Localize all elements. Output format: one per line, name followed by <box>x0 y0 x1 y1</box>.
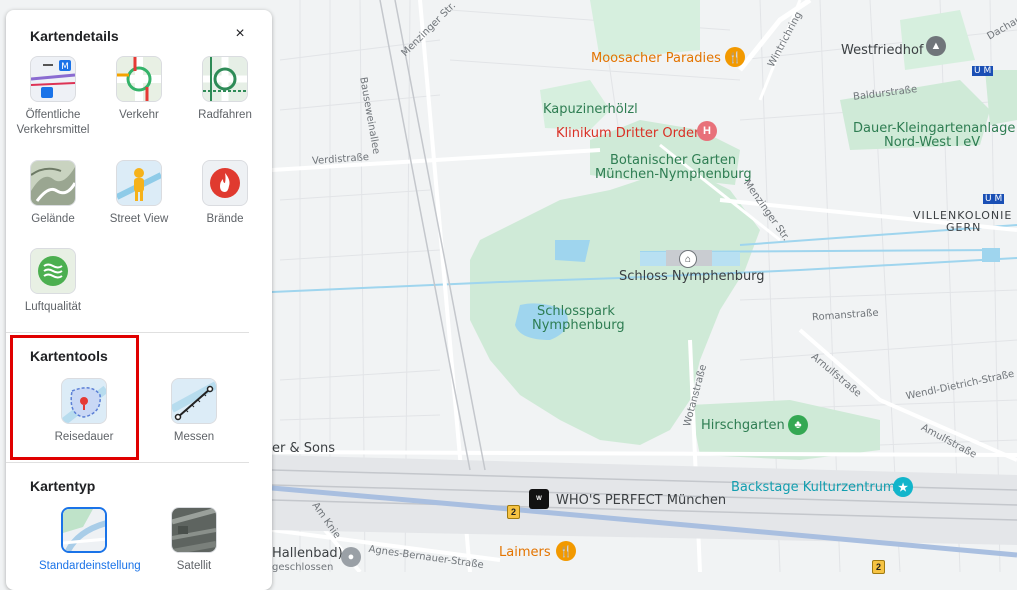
hospital-icon[interactable]: H <box>697 121 717 141</box>
tile-label: Radfahren <box>198 109 252 121</box>
place-moosacher[interactable]: Moosacher Paradies <box>591 51 721 67</box>
place-backstage[interactable]: Backstage Kulturzentrum <box>731 480 896 496</box>
place-dauer-2[interactable]: Nord-West I eV <box>884 135 980 151</box>
place-schlosspark-2[interactable]: Nymphenburg <box>532 318 625 334</box>
tile-label: Messen <box>173 431 215 443</box>
tile-terrain[interactable]: Gelände <box>8 160 98 227</box>
tile-label: Street View <box>109 213 169 225</box>
tile-label: Öffentliche Verkehrsmittel <box>16 109 90 136</box>
street-view-icon <box>116 160 162 206</box>
air-quality-icon <box>30 248 76 294</box>
road-shield: 2 <box>507 505 521 519</box>
tile-label: Luftqualität <box>24 301 82 313</box>
park-right <box>985 70 1017 125</box>
transit-icon: M <box>30 56 76 102</box>
section-title-details: Kartendetails <box>30 28 119 44</box>
default-map-icon <box>61 507 107 553</box>
tile-street-view[interactable]: Street View <box>94 160 184 227</box>
section-title-maptype: Kartentyp <box>30 478 96 494</box>
svg-text:M: M <box>61 62 69 72</box>
tile-air-quality[interactable]: Luftqualität <box>8 248 98 315</box>
palace-icon[interactable]: ⌂ <box>679 250 697 268</box>
place-pin-icon[interactable]: ● <box>341 547 361 567</box>
wildfire-icon <box>202 160 248 206</box>
place-laimers[interactable]: Laimers <box>499 545 551 561</box>
store-logo-icon[interactable]: W <box>529 489 549 509</box>
close-icon[interactable]: × <box>230 24 250 44</box>
tile-wildfire[interactable]: Brände <box>180 160 270 227</box>
divider <box>6 462 249 463</box>
park-icon[interactable]: ♣ <box>788 415 808 435</box>
tile-label: Brände <box>206 213 244 225</box>
tile-default-map[interactable]: Standardeinstellung <box>39 507 141 574</box>
place-whos-perfect[interactable]: WHO'S PERFECT München <box>556 493 726 509</box>
divider <box>6 332 249 333</box>
district-villenkolonie-2: GERN <box>946 221 982 234</box>
place-sons[interactable]: er & Sons <box>272 441 335 457</box>
tile-satellite[interactable]: Satellit <box>149 507 239 574</box>
terrain-icon <box>30 160 76 206</box>
place-klinikum[interactable]: Klinikum Dritter Orden <box>556 126 702 142</box>
theater-icon[interactable]: ★ <box>893 477 913 497</box>
map-details-panel: Kartendetails × M Öffentliche Verkehrsmi… <box>6 10 272 590</box>
cemetery-icon[interactable]: ▲ <box>926 36 946 56</box>
place-hirschgarten[interactable]: Hirschgarten <box>701 418 785 434</box>
transit-badge-2[interactable]: U M <box>983 194 1005 205</box>
tile-measure[interactable]: Messen <box>149 378 239 445</box>
tile-transit[interactable]: M Öffentliche Verkehrsmittel <box>8 56 98 138</box>
place-kapuzinerhoelzl[interactable]: Kapuzinerhölzl <box>543 102 638 118</box>
restaurant-icon-2[interactable]: 🍴 <box>556 541 576 561</box>
tile-traffic[interactable]: Verkehr <box>94 56 184 123</box>
place-botanischer-2[interactable]: München-Nymphenburg <box>595 167 752 183</box>
tile-label: Gelände <box>31 213 75 225</box>
place-schloss[interactable]: Schloss Nymphenburg <box>619 269 765 285</box>
place-hallenbad[interactable]: Hallenbad) <box>272 546 343 562</box>
tile-bicycling[interactable]: Radfahren <box>180 56 270 123</box>
traffic-icon <box>116 56 162 102</box>
transit-badge[interactable]: U M <box>972 66 994 77</box>
place-westfriedhof[interactable]: Westfriedhof <box>841 43 924 59</box>
bicycling-icon <box>202 56 248 102</box>
satellite-icon <box>171 507 217 553</box>
measure-icon <box>171 378 217 424</box>
restaurant-icon[interactable]: 🍴 <box>725 47 745 67</box>
tile-label: Verkehr <box>119 109 159 121</box>
highlight-box <box>10 335 139 460</box>
